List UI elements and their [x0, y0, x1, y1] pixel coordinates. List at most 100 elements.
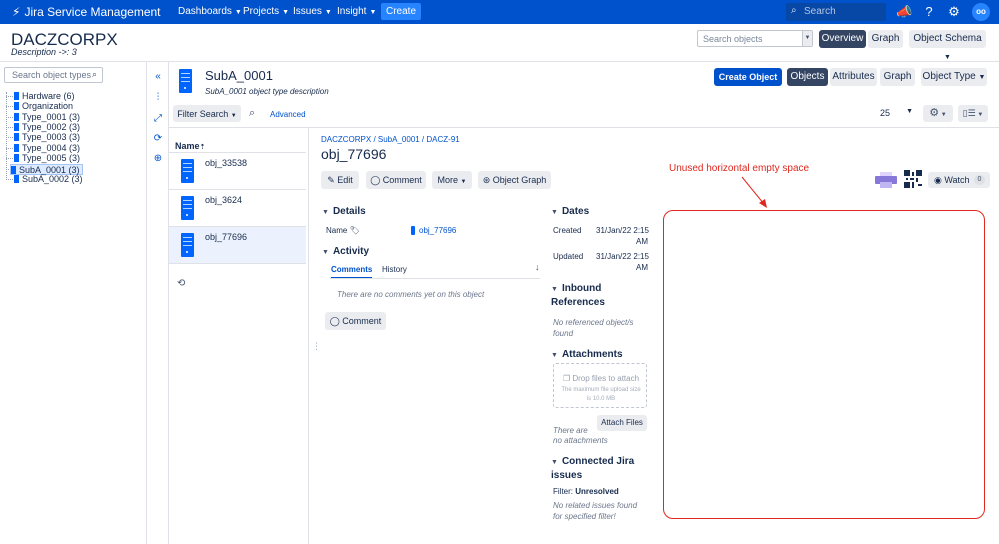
jira-logo[interactable]: ⚡ Jira Service Management: [12, 5, 161, 19]
no-references-message-2: found: [553, 329, 574, 338]
list-settings-button[interactable]: ⚙ ▼: [923, 105, 953, 122]
inbound-section-toggle[interactable]: ▼ Inbound: [551, 283, 601, 294]
tree-item-label: Type_0002 (3): [22, 122, 81, 132]
search-object-types-input[interactable]: Search object types ⌕: [4, 67, 103, 83]
chevron-down-icon: ▼: [369, 9, 377, 16]
issue-filter[interactable]: Filter: Unresolved: [553, 487, 619, 496]
object-server-icon: [181, 196, 194, 220]
file-drop-zone[interactable]: ❐ Drop files to attach The maximum file …: [553, 363, 647, 408]
attributes-tab[interactable]: Attributes: [830, 68, 877, 86]
chevron-down-icon[interactable]: ▼: [802, 31, 812, 46]
advanced-search-link[interactable]: Advanced: [270, 110, 306, 119]
nav-issues[interactable]: Issues ▼: [293, 6, 332, 17]
object-type-icon: [14, 154, 19, 162]
sort-arrow-icon: ⇡: [199, 144, 206, 151]
object-type-icon: [14, 123, 19, 131]
schema-graph-button[interactable]: Graph: [868, 30, 903, 48]
tree-connector: [6, 148, 13, 149]
nav-projects[interactable]: Projects ▼: [243, 6, 289, 17]
hierarchy-icon[interactable]: ⫶: [152, 92, 164, 104]
object-title: obj_77696: [321, 146, 387, 162]
breadcrumb[interactable]: DACZCORPX / SubA_0001 / DACZ-91: [321, 135, 460, 144]
qr-code-icon[interactable]: [904, 170, 922, 188]
no-issues-message-2: for specified filter!: [553, 512, 616, 521]
object-type-icon: [14, 102, 19, 110]
user-avatar[interactable]: oo: [972, 3, 990, 21]
page-size-select[interactable]: 25 ▼: [875, 106, 916, 122]
inbound-heading-line2: References: [551, 297, 605, 308]
tree-connector: [6, 137, 13, 138]
attachments-section-toggle[interactable]: ▼ Attachments: [551, 349, 623, 360]
nav-insight[interactable]: Insight ▼: [337, 6, 376, 17]
create-button[interactable]: Create: [381, 3, 421, 20]
tree-item-label: Type_0004 (3): [22, 143, 81, 153]
tab-comments[interactable]: Comments: [331, 265, 373, 279]
connected-jira-section-toggle[interactable]: ▼ Connected Jira: [551, 456, 634, 467]
megaphone-icon[interactable]: 📣: [896, 4, 912, 20]
object-schema-menu[interactable]: Object Schema ▼: [909, 30, 986, 61]
top-navigation: ⚡ Jira Service Management Dashboards ▼ Pr…: [0, 0, 999, 24]
tree-item-label: Organization: [22, 101, 74, 111]
chevron-down-icon: ▼: [978, 74, 986, 81]
tree-connector: [6, 158, 13, 159]
add-object-type-icon[interactable]: ⊕: [152, 153, 164, 165]
tree-connector: [6, 106, 13, 107]
nav-dashboards[interactable]: Dashboards ▼: [178, 6, 242, 17]
view-mode-button[interactable]: ▯☰ ▼: [958, 105, 988, 122]
no-references-message: No referenced object/s: [553, 318, 634, 327]
updated-value-suffix: AM: [636, 263, 648, 272]
tree-item[interactable]: Organization: [14, 101, 73, 112]
dates-section-toggle[interactable]: ▼ Dates: [551, 206, 589, 217]
tree-item[interactable]: Type_0005 (3): [14, 153, 80, 164]
filter-search-button[interactable]: Filter Search ▼: [173, 105, 241, 122]
name-label: Name 🏷: [326, 226, 360, 235]
resize-handle-icon[interactable]: ⋮: [312, 341, 321, 352]
global-search-input[interactable]: ⌕ Search: [786, 3, 886, 21]
tree-item[interactable]: SubA_0002 (3): [14, 174, 83, 185]
toolbar-divider: [168, 62, 169, 544]
object-type-graph-tab[interactable]: Graph: [880, 68, 915, 86]
sidebar-divider: [146, 62, 147, 544]
drop-files-label: ❐ Drop files to attach: [562, 374, 640, 383]
tree-item[interactable]: Type_0003 (3): [14, 132, 80, 143]
more-actions-button[interactable]: More ▼: [432, 171, 472, 189]
object-list-row[interactable]: obj_77696: [169, 227, 306, 264]
refresh-icon[interactable]: ⟲: [177, 278, 185, 289]
add-comment-button[interactable]: ◯ Comment: [325, 312, 386, 330]
name-column-header[interactable]: Name⇡: [175, 141, 205, 151]
settings-gear-icon[interactable]: ⚙: [946, 4, 962, 20]
comment-action-button[interactable]: ◯ Comment: [366, 171, 426, 189]
object-type-icon: [14, 113, 19, 121]
object-name: obj_77696: [205, 232, 248, 242]
printer-icon[interactable]: [875, 172, 897, 188]
tree-item-label: SubA_0002 (3): [22, 174, 83, 184]
collapse-sidebar-icon[interactable]: «: [152, 71, 164, 83]
sync-icon[interactable]: ⟳: [152, 133, 164, 145]
watch-count-badge: 0: [974, 175, 985, 185]
tab-history[interactable]: History: [382, 265, 407, 274]
search-icon: ⌕: [91, 69, 97, 79]
tag-icon: 🏷: [349, 226, 360, 235]
object-type-menu[interactable]: Object Type ▼: [921, 68, 987, 86]
watch-button[interactable]: ◉ Watch 0: [928, 172, 990, 188]
object-list-row[interactable]: obj_3624: [169, 190, 306, 227]
object-list-row[interactable]: obj_33538: [169, 153, 306, 190]
sort-down-icon[interactable]: ↓: [535, 262, 540, 272]
attach-files-button[interactable]: Attach Files: [597, 415, 647, 431]
tree-item-label: Type_0003 (3): [22, 132, 81, 142]
object-graph-button[interactable]: ⊛ Object Graph: [478, 171, 551, 189]
move-icon[interactable]: ⤢: [152, 113, 164, 125]
details-section-toggle[interactable]: ▼ Details: [322, 206, 366, 217]
objects-tab[interactable]: Objects: [787, 68, 828, 86]
search-icon[interactable]: ⌕: [249, 107, 255, 120]
activity-section-toggle[interactable]: ▼ Activity: [322, 246, 369, 257]
speech-bubble-icon: ◯: [370, 174, 381, 185]
search-objects-input[interactable]: Search objects ▼: [697, 30, 813, 47]
eye-icon: ◉: [934, 175, 942, 185]
overview-button[interactable]: Overview: [819, 30, 866, 48]
name-value-link[interactable]: obj_77696: [419, 226, 456, 235]
edit-button[interactable]: ✎ Edit: [321, 171, 359, 189]
chevron-down-icon: ▼: [551, 209, 558, 216]
help-icon[interactable]: ?: [921, 4, 937, 20]
create-object-button[interactable]: Create Object: [714, 68, 782, 86]
